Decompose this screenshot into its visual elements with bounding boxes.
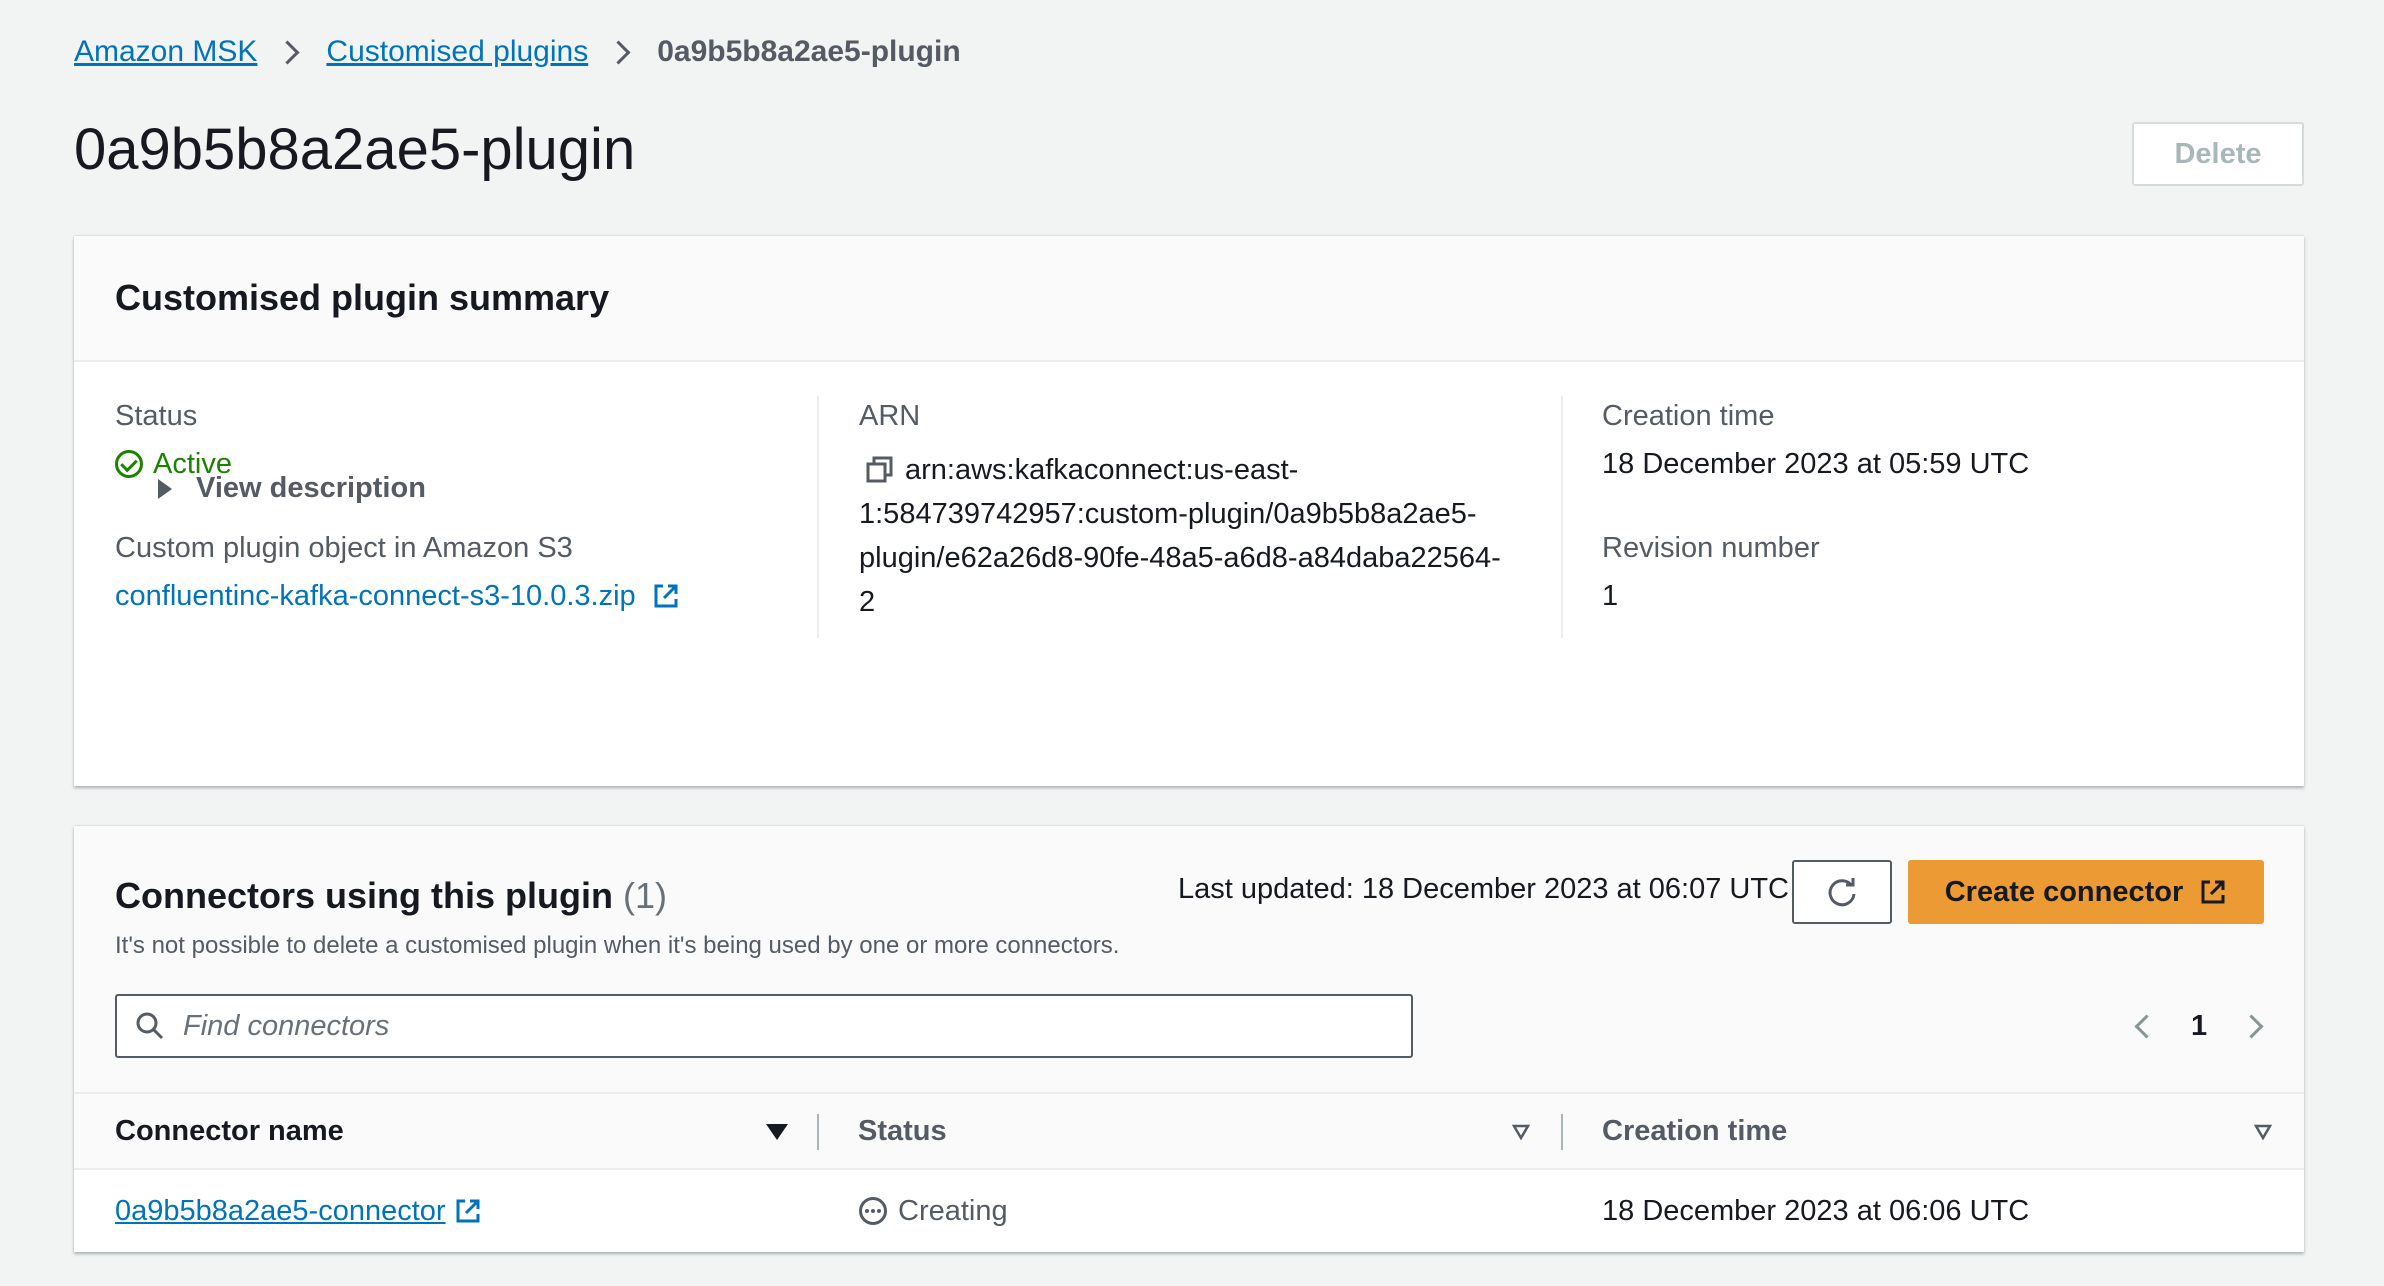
connector-status: Creating [898, 1194, 1008, 1227]
create-connector-button[interactable]: Create connector [1908, 860, 2264, 924]
s3-object-link[interactable]: confluentinc-kafka-connect-s3-10.0.3.zip [115, 580, 636, 612]
arn-line: 2 [859, 586, 876, 618]
external-link-icon [2201, 880, 2225, 904]
caret-right-icon [158, 478, 172, 499]
view-description-label: View description [196, 472, 426, 504]
delete-button[interactable]: Delete [2132, 122, 2304, 186]
column-header-connector-name[interactable]: Connector name [115, 1094, 344, 1168]
arn-line: plugin/e62a26d8-90fe-48a5-a6d8-a84daba22… [859, 542, 1501, 574]
connector-creation-time: 18 December 2023 at 06:06 UTC [1602, 1194, 2030, 1227]
chevron-right-icon[interactable] [2239, 1013, 2264, 1039]
refresh-button[interactable] [1792, 860, 1892, 924]
connectors-count: (1) [623, 875, 668, 916]
creation-time-label: Creation time [1602, 400, 1775, 432]
breadcrumb-current: 0a9b5b8a2ae5-plugin [657, 35, 961, 68]
revision-number-value: 1 [1602, 580, 1619, 612]
breadcrumb-amazon-msk[interactable]: Amazon MSK [74, 35, 257, 69]
refresh-icon [1828, 878, 1856, 907]
arn-value: arn:aws:kafkaconnect:us-east- 1:58473974… [859, 448, 1501, 624]
sort-down-icon[interactable] [1512, 1124, 1530, 1140]
page-number[interactable]: 1 [2191, 1010, 2207, 1043]
connectors-panel: Connectors using this plugin (1) It's no… [74, 826, 2304, 1252]
copy-icon[interactable] [865, 455, 895, 485]
table-row: 0a9b5b8a2ae5-connector Creating 18 Decem… [74, 1170, 2304, 1252]
arn-label: ARN [859, 400, 921, 432]
pagination: 1 [2122, 998, 2276, 1054]
s3-object-label: Custom plugin object in Amazon S3 [115, 532, 573, 564]
search-input[interactable] [181, 1008, 1385, 1044]
connector-name-cell: 0a9b5b8a2ae5-connector [115, 1170, 482, 1252]
last-updated: Last updated: 18 December 2023 at 06:07 … [1178, 873, 1789, 905]
pending-icon [859, 1197, 887, 1225]
connector-link[interactable]: 0a9b5b8a2ae5-connector [115, 1195, 446, 1228]
table-header: Connector name Status Creation time [74, 1092, 2304, 1170]
creation-time-value: 18 December 2023 at 05:59 UTC [1602, 448, 2030, 480]
create-connector-label: Create connector [1944, 875, 2184, 908]
status-label: Status [115, 400, 198, 432]
column-header-status[interactable]: Status [858, 1094, 947, 1168]
revision-number-label: Revision number [1602, 532, 1820, 564]
breadcrumb: Amazon MSK Customised plugins 0a9b5b8a2a… [74, 28, 961, 76]
chevron-left-icon[interactable] [2134, 1013, 2159, 1039]
arn-text-1: arn:aws:kafkaconnect:us-east- [905, 454, 1299, 486]
breadcrumb-customised-plugins[interactable]: Customised plugins [326, 35, 588, 69]
column-header-creation-time[interactable]: Creation time [1602, 1094, 1787, 1168]
external-link-icon[interactable] [652, 582, 680, 610]
arn-line: 1:584739742957:custom-plugin/0a9b5b8a2ae… [859, 498, 1477, 530]
page-title: 0a9b5b8a2ae5-plugin [74, 117, 636, 182]
connector-search [115, 994, 1413, 1058]
summary-header: Customised plugin summary [74, 236, 2304, 362]
column-resizer[interactable] [1561, 1114, 1563, 1150]
search-icon [136, 1012, 164, 1040]
check-circle-icon [115, 450, 143, 478]
connectors-description: It's not possible to delete a customised… [115, 932, 1120, 959]
external-link-icon[interactable] [454, 1197, 482, 1225]
plugin-summary-panel: Customised plugin summary Status Active … [74, 236, 2304, 786]
arn-line: arn:aws:kafkaconnect:us-east- [859, 448, 1501, 492]
summary-title: Customised plugin summary [115, 277, 610, 318]
sort-down-icon[interactable] [2254, 1124, 2272, 1140]
summary-columns: Status Active Custom plugin object in Am… [74, 396, 2304, 876]
connectors-title-text: Connectors using this plugin [115, 875, 613, 916]
sort-down-icon[interactable] [766, 1124, 788, 1140]
column-resizer[interactable] [817, 1114, 819, 1150]
chevron-right-icon [275, 39, 300, 65]
chevron-right-icon [606, 39, 631, 65]
connector-status-cell: Creating [858, 1170, 1008, 1252]
s3-object-value: confluentinc-kafka-connect-s3-10.0.3.zip [115, 576, 680, 616]
connectors-title: Connectors using this plugin (1) [115, 866, 667, 926]
view-description-toggle[interactable]: View description [158, 472, 426, 505]
